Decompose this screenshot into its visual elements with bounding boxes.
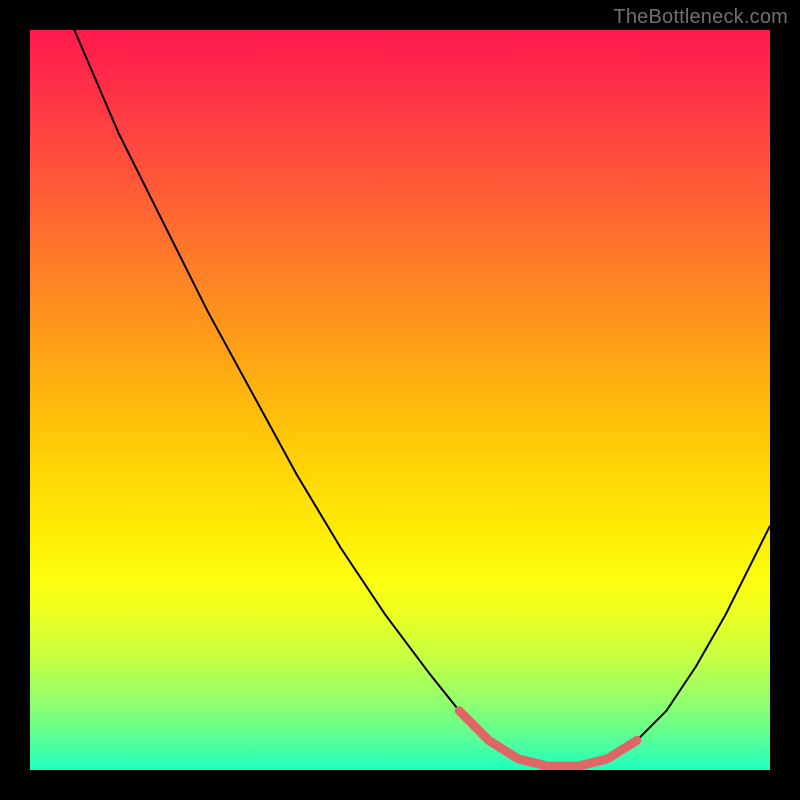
chart-stage: TheBottleneck.com xyxy=(0,0,800,800)
curve-svg xyxy=(30,30,770,770)
watermark-label: TheBottleneck.com xyxy=(613,6,788,29)
optimal-highlight xyxy=(459,711,637,767)
plot-area xyxy=(30,30,770,770)
bottleneck-curve xyxy=(30,30,770,766)
